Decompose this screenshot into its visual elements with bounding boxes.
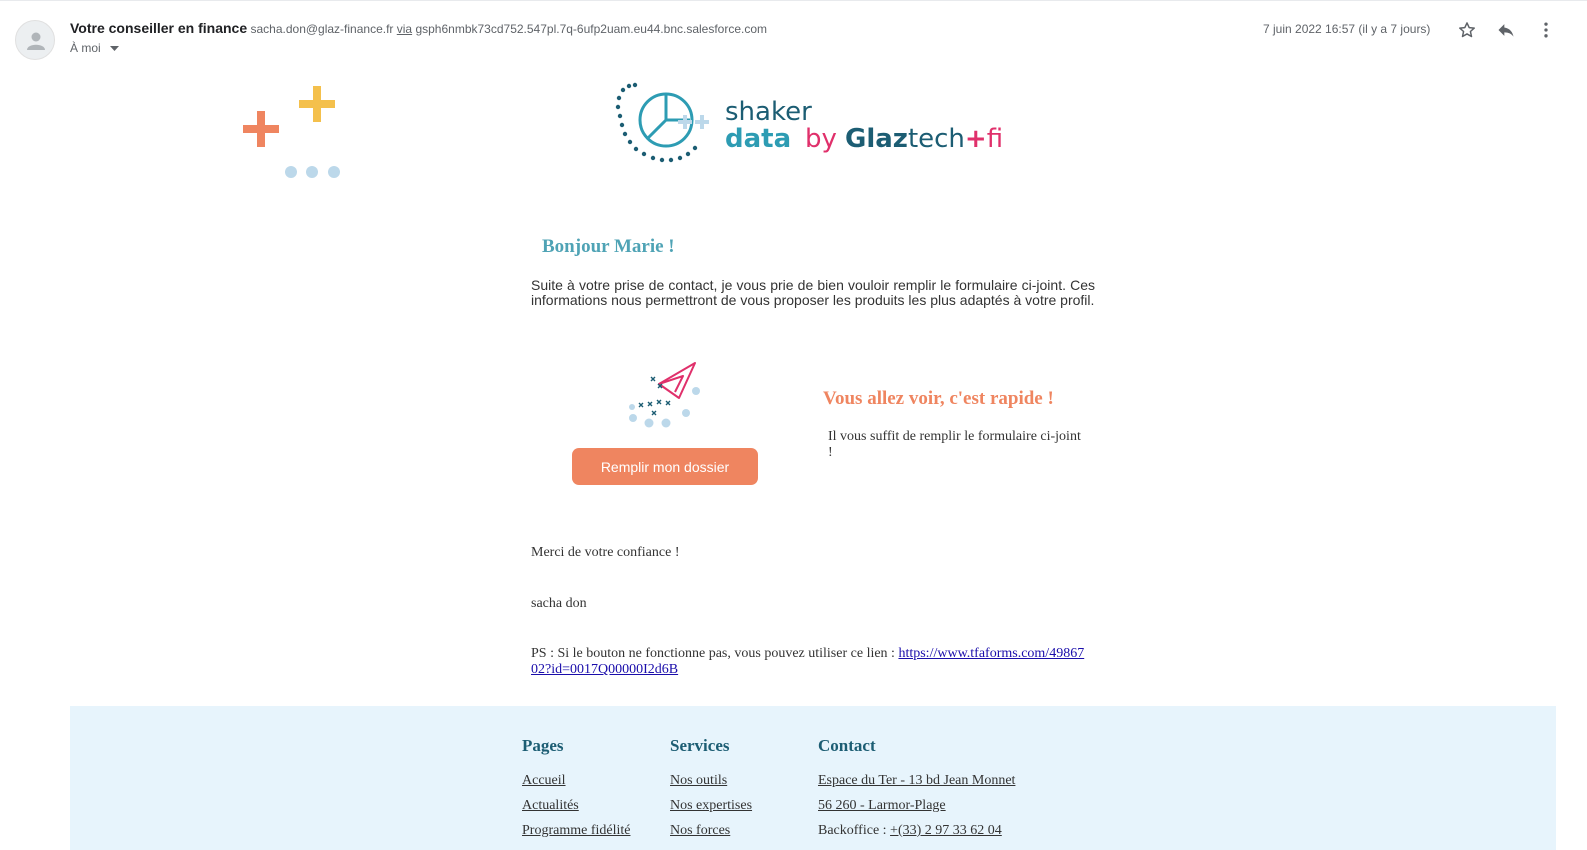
- logo-word-shaker: shaker: [725, 97, 812, 127]
- footer-pages-column: Pages Accueil Actualités Programme fidél…: [522, 736, 630, 848]
- chevron-down-icon: [110, 46, 120, 52]
- footer-services-title: Services: [670, 736, 730, 755]
- fill-dossier-button[interactable]: Remplir mon dossier: [572, 448, 758, 485]
- avatar-icon: [27, 32, 45, 50]
- logo-word-data: data: [725, 124, 792, 154]
- email-date: 7 juin 2022 16:57 (il y a 7 jours): [1263, 22, 1431, 36]
- recipient-label: À moi: [70, 41, 101, 55]
- star-button[interactable]: [1456, 19, 1478, 41]
- sender-name[interactable]: Votre conseiller en finance: [70, 20, 247, 36]
- sender-line: Votre conseiller en finance sacha.don@gl…: [70, 20, 767, 36]
- top-divider: [0, 0, 1587, 1]
- more-options-icon: [1544, 22, 1548, 38]
- sender-email: sacha.don@glaz-finance.fr: [250, 22, 394, 36]
- sender-avatar[interactable]: [15, 20, 55, 60]
- reply-button[interactable]: [1495, 19, 1517, 41]
- footer-link-actualites[interactable]: Actualités: [522, 798, 630, 814]
- ps-line: PS : Si le bouton ne fonctionne pas, vou…: [531, 646, 1091, 678]
- fast-text: Il vous suffit de remplir le formulaire …: [828, 429, 1081, 460]
- decorative-plus-dots-icon: [243, 86, 340, 178]
- signature: sacha don: [531, 596, 587, 611]
- logo-brand-plus: +: [964, 124, 987, 154]
- ps-text: PS : Si le bouton ne fonctionne pas, vou…: [531, 646, 899, 661]
- backoffice-label: Backoffice :: [818, 823, 891, 838]
- footer: Pages Accueil Actualités Programme fidél…: [70, 706, 1556, 850]
- intro-paragraph: Suite à votre prise de contact, je vous …: [531, 277, 1095, 308]
- footer-pages-title: Pages: [522, 736, 564, 755]
- footer-contact-column: Contact Espace du Ter - 13 bd Jean Monne…: [818, 736, 1015, 848]
- footer-link-nos-outils[interactable]: Nos outils: [670, 773, 752, 789]
- footer-link-programme-fidelite[interactable]: Programme fidélité: [522, 823, 630, 839]
- footer-contact-title: Contact: [818, 736, 876, 755]
- via-link[interactable]: via: [397, 22, 412, 36]
- footer-link-nos-expertises[interactable]: Nos expertises: [670, 798, 752, 814]
- logo-brand-end: fi: [986, 124, 1004, 154]
- star-icon: [1459, 22, 1475, 38]
- footer-services-column: Services Nos outils Nos expertises Nos f…: [670, 736, 752, 848]
- paper-plane-icon: [629, 362, 700, 428]
- footer-link-accueil[interactable]: Accueil: [522, 773, 630, 789]
- thanks-text: Merci de votre confiance !: [531, 545, 680, 560]
- fast-title: Vous allez voir, c'est rapide !: [823, 388, 1054, 409]
- backoffice-phone-link[interactable]: +(33) 2 97 33 62 04: [890, 823, 1002, 838]
- pie-chart-logo-icon: [615, 82, 709, 163]
- logo-brand-rest: tech: [907, 124, 965, 154]
- shakerdata-logo: shaker data by Glaztech+fi: [615, 82, 1015, 172]
- logo-brand: Glaztech+fi: [845, 124, 1003, 154]
- more-options-button[interactable]: [1535, 19, 1557, 41]
- footer-backoffice: Backoffice : +(33) 2 97 33 62 04: [818, 823, 1015, 839]
- logo-word-by: by: [805, 124, 837, 154]
- reply-icon: [1498, 24, 1514, 37]
- via-domain: gsph6nmbk73cd752.547pl.7q-6ufp2uam.eu44.…: [415, 22, 768, 36]
- footer-address-line2[interactable]: 56 260 - Larmor-Plage: [818, 798, 1015, 814]
- recipient-dropdown[interactable]: À moi: [70, 41, 120, 55]
- footer-address-line1[interactable]: Espace du Ter - 13 bd Jean Monnet: [818, 773, 1015, 789]
- footer-link-nos-forces[interactable]: Nos forces: [670, 823, 752, 839]
- greeting: Bonjour Marie !: [542, 236, 675, 257]
- logo-brand-bold: Glaz: [845, 124, 908, 154]
